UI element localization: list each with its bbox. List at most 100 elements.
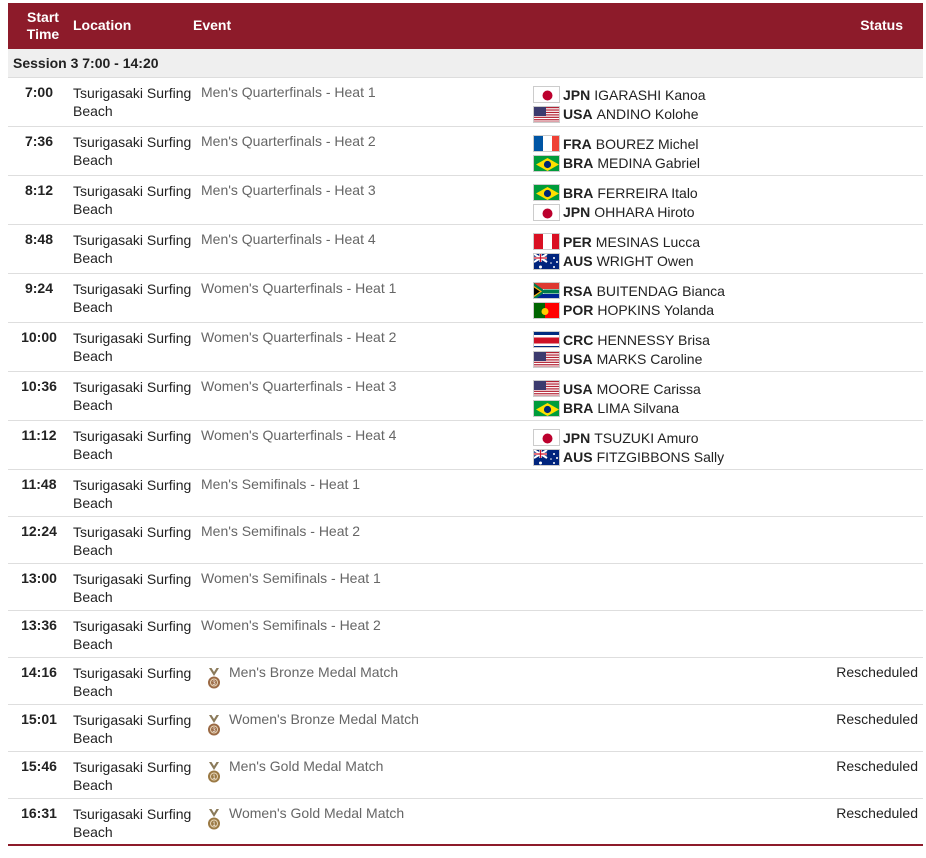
athlete-entry[interactable]: USA ANDINO Kolohe bbox=[533, 105, 706, 125]
event-name[interactable]: Men's Semifinals - Heat 2 bbox=[201, 523, 360, 539]
location: Tsurigasaki Surfing Beach bbox=[73, 281, 192, 315]
table-row[interactable]: 10:00 Tsurigasaki Surfing Beach Women's Qu… bbox=[8, 323, 923, 372]
country-code: PER bbox=[563, 233, 592, 250]
event-name[interactable]: Men's Bronze Medal Match bbox=[229, 664, 398, 680]
athlete-name: FITZGIBBONS Sally bbox=[596, 449, 725, 466]
location: Tsurigasaki Surfing Beach bbox=[73, 665, 192, 699]
athlete-name: HENNESSY Brisa bbox=[597, 331, 710, 348]
start-time: 12:24 bbox=[21, 523, 57, 539]
athlete-entry[interactable]: AUS WRIGHT Owen bbox=[533, 252, 700, 272]
country-code: RSA bbox=[563, 282, 593, 299]
start-time: 7:36 bbox=[24, 133, 54, 149]
country-code: POR bbox=[563, 302, 594, 319]
location: Tsurigasaki Surfing Beach bbox=[73, 618, 192, 652]
event-name[interactable]: Men's Quarterfinals - Heat 3 bbox=[201, 182, 376, 198]
event-name[interactable]: Men's Quarterfinals - Heat 1 bbox=[201, 84, 376, 100]
table-row[interactable]: 7:00 Tsurigasaki Surfing Beach Men's Quart… bbox=[8, 78, 923, 127]
athlete-entry[interactable]: JPN OHHARA Hiroto bbox=[533, 203, 698, 223]
table-row[interactable]: 14:16 Tsurigasaki Surfing Beach 3 Men's Bro… bbox=[8, 658, 923, 705]
usa-flag-icon bbox=[533, 105, 560, 123]
athlete-entry[interactable]: FRA BOUREZ Michel bbox=[533, 134, 700, 154]
location: Tsurigasaki Surfing Beach bbox=[73, 759, 192, 793]
country-code: AUS bbox=[563, 449, 593, 466]
athlete-entry[interactable]: BRA FERREIRA Italo bbox=[533, 183, 698, 203]
event-name[interactable]: Men's Gold Medal Match bbox=[229, 758, 383, 774]
athlete-name: TSUZUKI Amuro bbox=[594, 429, 699, 446]
table-row[interactable]: 8:12 Tsurigasaki Surfing Beach Men's Quart… bbox=[8, 176, 923, 225]
event-name[interactable]: Men's Semifinals - Heat 1 bbox=[201, 476, 360, 492]
athlete-entry[interactable]: CRC HENNESSY Brisa bbox=[533, 330, 710, 350]
athlete-entry[interactable]: BRA MEDINA Gabriel bbox=[533, 154, 700, 174]
athlete-entry[interactable]: JPN IGARASHI Kanoa bbox=[533, 85, 706, 105]
country-code: AUS bbox=[563, 253, 593, 270]
start-time: 7:00 bbox=[24, 84, 54, 100]
athlete-entry[interactable]: AUS FITZGIBBONS Sally bbox=[533, 448, 724, 468]
start-time: 10:36 bbox=[21, 378, 57, 394]
country-code: CRC bbox=[563, 331, 594, 348]
country-code: FRA bbox=[563, 135, 592, 152]
event-name[interactable]: Women's Quarterfinals - Heat 2 bbox=[201, 329, 396, 345]
gold-medal-icon: 1 bbox=[206, 809, 222, 831]
athlete-entry[interactable]: BRA LIMA Silvana bbox=[533, 399, 701, 419]
table-row[interactable]: 15:46 Tsurigasaki Surfing Beach 1 Men's Gol… bbox=[8, 752, 923, 799]
athlete-name: FERREIRA Italo bbox=[597, 184, 698, 201]
table-row[interactable]: 8:48 Tsurigasaki Surfing Beach Men's Quart… bbox=[8, 225, 923, 274]
event-name[interactable]: Women's Quarterfinals - Heat 4 bbox=[201, 427, 396, 443]
athlete-name: OHHARA Hiroto bbox=[594, 204, 695, 221]
start-time: 13:00 bbox=[21, 570, 57, 586]
start-time: 10:00 bbox=[21, 329, 57, 345]
rsa-flag-icon bbox=[533, 282, 560, 300]
athlete-entry[interactable]: POR HOPKINS Yolanda bbox=[533, 301, 725, 321]
start-time: 15:46 bbox=[21, 758, 57, 774]
athlete-name: MEDINA Gabriel bbox=[597, 155, 701, 172]
athlete-entry[interactable]: USA MARKS Caroline bbox=[533, 350, 710, 370]
table-row[interactable]: 16:31 Tsurigasaki Surfing Beach 1 Women's G… bbox=[8, 799, 923, 846]
table-row[interactable]: 10:36 Tsurigasaki Surfing Beach Women's Qu… bbox=[8, 372, 923, 421]
country-code: JPN bbox=[563, 86, 591, 103]
event-name[interactable]: Women's Semifinals - Heat 2 bbox=[201, 617, 381, 633]
location: Tsurigasaki Surfing Beach bbox=[73, 183, 192, 217]
jpn-flag-icon bbox=[533, 86, 560, 104]
event-name[interactable]: Women's Gold Medal Match bbox=[229, 805, 404, 821]
status-text: Rescheduled bbox=[836, 758, 918, 774]
event-name[interactable]: Women's Bronze Medal Match bbox=[229, 711, 419, 727]
usa-flag-icon bbox=[533, 350, 560, 368]
event-name[interactable]: Men's Quarterfinals - Heat 4 bbox=[201, 231, 376, 247]
country-code: BRA bbox=[563, 400, 594, 417]
event-name[interactable]: Men's Quarterfinals - Heat 2 bbox=[201, 133, 376, 149]
table-row[interactable]: 12:24 Tsurigasaki Surfing Beach Men's Semi… bbox=[8, 517, 923, 564]
country-code: BRA bbox=[563, 155, 594, 172]
event-name[interactable]: Women's Quarterfinals - Heat 3 bbox=[201, 378, 396, 394]
start-time: 11:48 bbox=[21, 476, 57, 492]
athlete-entry[interactable]: JPN TSUZUKI Amuro bbox=[533, 428, 724, 448]
start-time: 8:48 bbox=[24, 231, 54, 247]
table-row[interactable]: 7:36 Tsurigasaki Surfing Beach Men's Quart… bbox=[8, 127, 923, 176]
athlete-entry[interactable]: PER MESINAS Lucca bbox=[533, 232, 700, 252]
location: Tsurigasaki Surfing Beach bbox=[73, 428, 192, 462]
country-code: JPN bbox=[563, 204, 591, 221]
start-time: 8:12 bbox=[24, 182, 54, 198]
athlete-name: WRIGHT Owen bbox=[596, 253, 694, 270]
table-row[interactable]: 15:01 Tsurigasaki Surfing Beach 3 Women's B… bbox=[8, 705, 923, 752]
table-row[interactable]: 11:12 Tsurigasaki Surfing Beach Women's Qu… bbox=[8, 421, 923, 470]
bra-flag-icon bbox=[533, 399, 560, 417]
table-row[interactable]: 11:48 Tsurigasaki Surfing Beach Men's Semi… bbox=[8, 470, 923, 517]
table-row[interactable]: 13:36 Tsurigasaki Surfing Beach Women's Se… bbox=[8, 611, 923, 658]
athlete-name: IGARASHI Kanoa bbox=[594, 86, 706, 103]
country-code: USA bbox=[563, 380, 593, 397]
jpn-flag-icon bbox=[533, 429, 560, 447]
start-time: 9:24 bbox=[24, 280, 54, 296]
start-time: 13:36 bbox=[21, 617, 57, 633]
table-row[interactable]: 13:00 Tsurigasaki Surfing Beach Women's Se… bbox=[8, 564, 923, 611]
event-name[interactable]: Women's Quarterfinals - Heat 1 bbox=[201, 280, 396, 296]
athlete-entry[interactable]: USA MOORE Carissa bbox=[533, 379, 701, 399]
per-flag-icon bbox=[533, 233, 560, 251]
event-name[interactable]: Women's Semifinals - Heat 1 bbox=[201, 570, 381, 586]
athlete-name: MESINAS Lucca bbox=[595, 233, 701, 250]
table-row[interactable]: 9:24 Tsurigasaki Surfing Beach Women's Qua… bbox=[8, 274, 923, 323]
athlete-name: ANDINO Kolohe bbox=[596, 106, 699, 123]
location: Tsurigasaki Surfing Beach bbox=[73, 330, 192, 364]
athletes: JPN IGARASHI Kanoa USA ANDINO Kolohe bbox=[533, 85, 706, 124]
location: Tsurigasaki Surfing Beach bbox=[73, 232, 192, 266]
athlete-entry[interactable]: RSA BUITENDAG Bianca bbox=[533, 281, 725, 301]
